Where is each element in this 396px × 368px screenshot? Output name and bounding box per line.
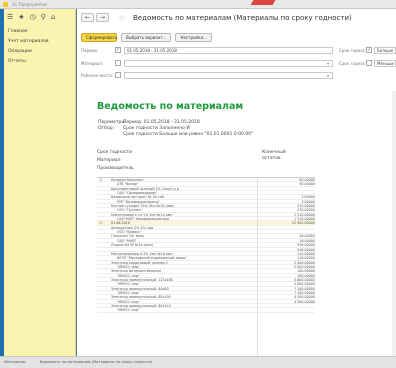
app-logo-icon bbox=[3, 2, 8, 7]
red-accent-decoration bbox=[250, 0, 276, 5]
sidebar-item-materials[interactable]: Учет материалов bbox=[8, 37, 49, 47]
favorite-star-icon[interactable]: ☆ bbox=[118, 13, 125, 22]
params-value: Период: 01.05.2018 - 31.05.2018 bbox=[123, 120, 200, 125]
sidebar: ☰ ★ ◷ ⚲ ⌂ Главное Учет материалов Операц… bbox=[4, 9, 76, 356]
sidebar-menu: Главное Учет материалов Операции Отчеты bbox=[8, 27, 49, 67]
column-header-material: Материал bbox=[97, 158, 121, 163]
shelf-life-condition[interactable]: Больше bbox=[374, 47, 396, 54]
toolbar: Сформировать Выбрать вариант... Настройк… bbox=[81, 33, 212, 42]
sidebar-item-operations[interactable]: Операции bbox=[8, 47, 49, 57]
period-label: Период: bbox=[81, 48, 99, 53]
report-scrollbar[interactable] bbox=[392, 91, 396, 356]
sidebar-item-reports[interactable]: Отчеты bbox=[8, 57, 49, 67]
taskbar: Материалы Ведомость по материалам (Матер… bbox=[0, 356, 396, 368]
row-name: "ИНКСС инд" bbox=[117, 308, 140, 313]
column-header-shelf-life: Срок годности bbox=[97, 150, 132, 155]
column-divider bbox=[257, 177, 258, 356]
taskbar-tab-materials[interactable]: Материалы bbox=[4, 360, 26, 364]
taskbar-tab-report[interactable]: Ведомость по материалам (Материалы по ср… bbox=[40, 360, 152, 364]
workplace-field[interactable] bbox=[124, 72, 333, 79]
report-area: Ведомость по материалам Параметры:Период… bbox=[87, 91, 389, 356]
material-field[interactable] bbox=[124, 60, 333, 67]
shelf-life-checkbox[interactable]: ✓ bbox=[366, 47, 372, 53]
workplace-dropdown-icon[interactable]: ▾ bbox=[327, 73, 329, 78]
title-bar: 1С:Предприятие bbox=[0, 0, 396, 9]
period-checkbox[interactable]: ✓ bbox=[115, 47, 121, 53]
material-dropdown-icon[interactable]: ▾ bbox=[327, 61, 329, 66]
home-icon[interactable]: ⌂ bbox=[51, 12, 55, 22]
column-header-manufacturer: Производитель bbox=[97, 166, 134, 171]
sidebar-toolbar: ☰ ★ ◷ ⚲ ⌂ bbox=[7, 12, 55, 22]
material-shelf-condition[interactable]: Меньше bbox=[374, 60, 396, 67]
menu-icon[interactable]: ☰ bbox=[7, 12, 13, 22]
material-shelf-checkbox[interactable] bbox=[366, 60, 372, 66]
period-field[interactable]: 01.05.2018 - 31.05.2018 bbox=[124, 47, 333, 54]
app-window: 1С:Предприятие ☰ ★ ◷ ⚲ ⌂ Главное Учет ма… bbox=[0, 0, 396, 368]
search-icon[interactable]: ⚲ bbox=[41, 12, 46, 22]
report-params: Параметры:Период: 01.05.2018 - 31.05.201… bbox=[98, 120, 253, 138]
workplace-label: Рабочее место: bbox=[81, 73, 114, 78]
page-title: Ведомость по материалам (Материалы по ср… bbox=[133, 14, 352, 22]
forward-button[interactable]: → bbox=[96, 13, 109, 22]
column-header-final-balance-2: остаток bbox=[262, 156, 281, 161]
history-icon[interactable]: ◷ bbox=[30, 12, 36, 22]
back-button[interactable]: ← bbox=[81, 13, 94, 22]
nav-buttons: ← → bbox=[81, 13, 109, 22]
report-title: Ведомость по материалам bbox=[97, 101, 244, 112]
main-panel: ← → ☆ Ведомость по материалам (Материалы… bbox=[77, 9, 396, 356]
settings-button[interactable]: Настройки... bbox=[175, 33, 212, 42]
workplace-checkbox[interactable] bbox=[115, 72, 121, 78]
sidebar-item-main[interactable]: Главное bbox=[8, 27, 49, 37]
report-table: Калорин Комплект 90.00000 ⊟ АТВ "Вилар" 90.0… bbox=[97, 177, 315, 313]
table-row[interactable]: "ИНКСС инд" bbox=[97, 308, 315, 313]
filter-value-1: Срок годности Заполнено И bbox=[123, 126, 190, 131]
material-label: Материал: bbox=[81, 61, 104, 66]
generate-button[interactable]: Сформировать bbox=[81, 33, 117, 42]
choose-variant-button[interactable]: Выбрать вариант... bbox=[121, 33, 172, 42]
window-title: 1С:Предприятие bbox=[12, 2, 48, 7]
filter-value-2: Срок годности Больше или равно "01.01.00… bbox=[123, 132, 254, 137]
favorites-icon[interactable]: ★ bbox=[18, 12, 24, 22]
material-checkbox[interactable] bbox=[115, 60, 121, 66]
